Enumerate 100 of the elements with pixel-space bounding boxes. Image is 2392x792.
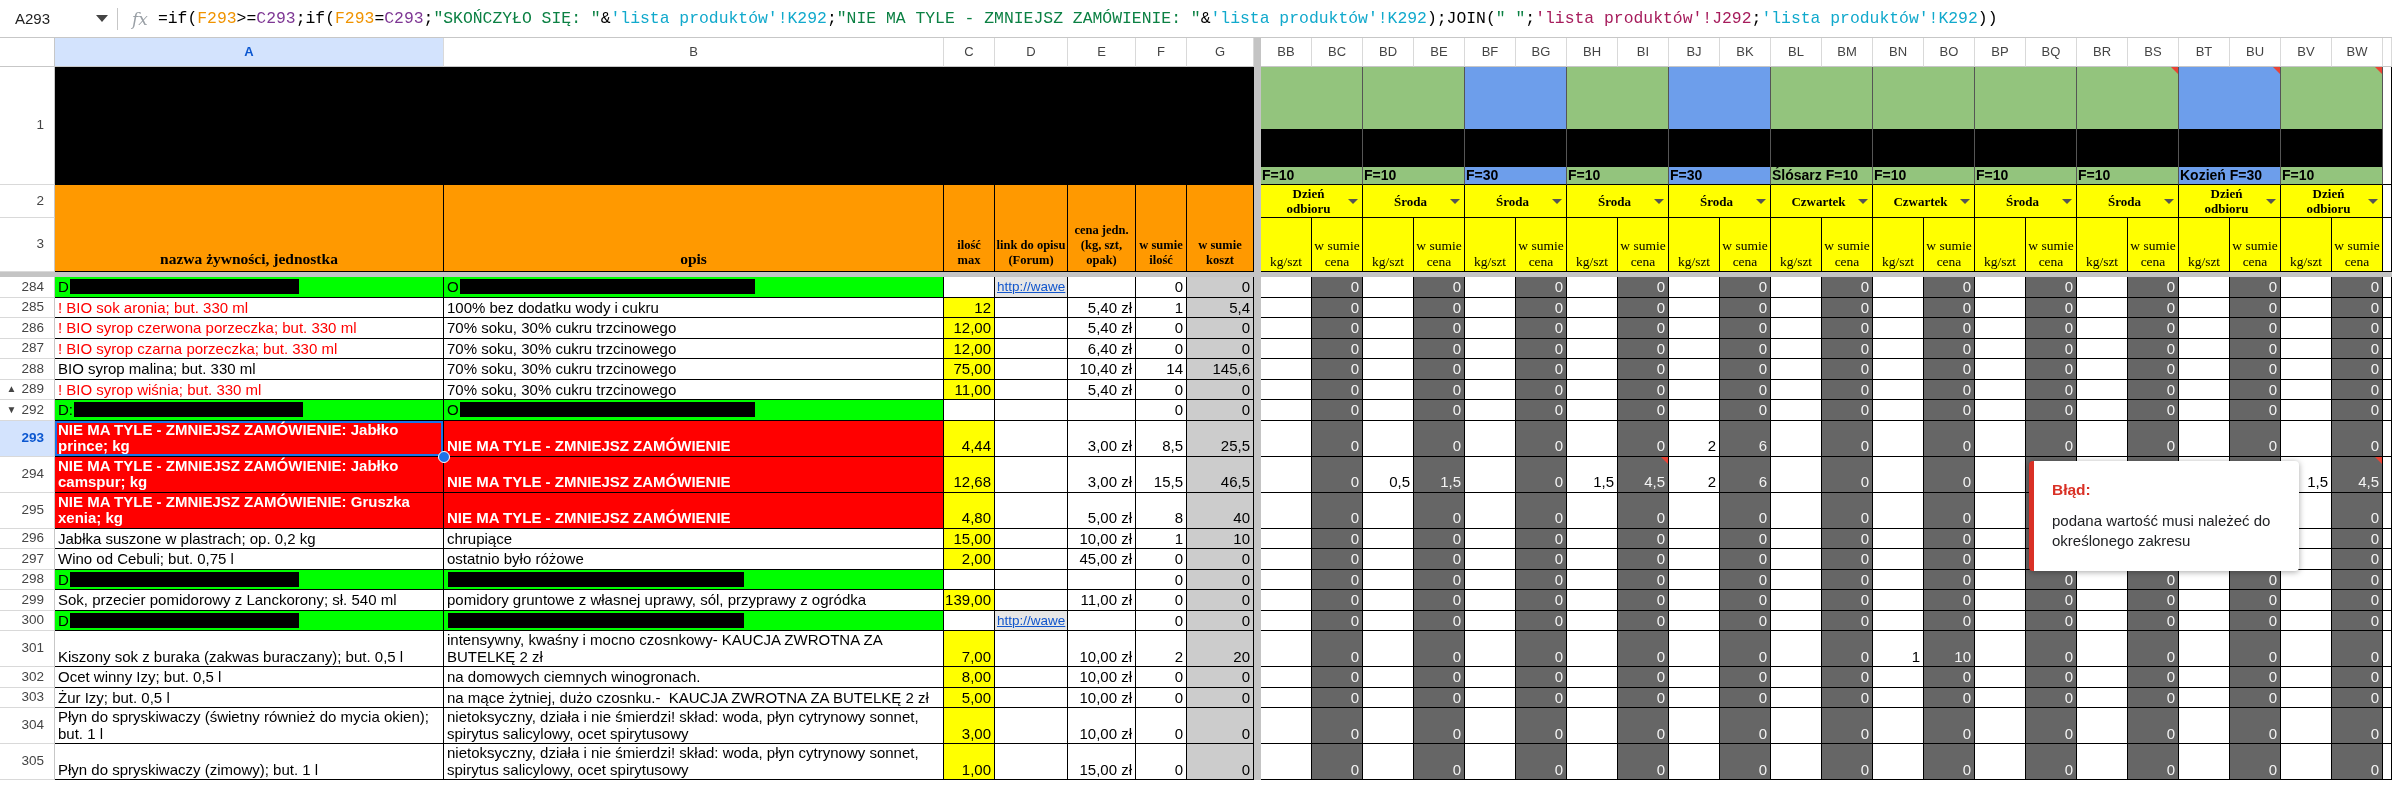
day-dropdown[interactable]: Środa [1363, 185, 1465, 218]
column-header[interactable]: G [1187, 38, 1254, 67]
column-header[interactable]: BV [2281, 38, 2332, 67]
group-row-cell[interactable]: D [55, 277, 444, 298]
column-header[interactable]: BM [1822, 38, 1873, 67]
link[interactable]: http://wawe [997, 279, 1066, 296]
column-header[interactable]: BF [1465, 38, 1516, 67]
row-header[interactable]: 286 [0, 318, 55, 339]
product-name-cell[interactable]: Żur Izy; but. 0,5 l [55, 687, 444, 708]
column-header[interactable]: D [995, 38, 1068, 67]
day-dropdown[interactable]: Dzień odbioru [1261, 185, 1363, 218]
day-dropdown[interactable]: Czwartek [1771, 185, 1873, 218]
column-header[interactable]: BN [1873, 38, 1924, 67]
row-header[interactable]: 284 [0, 277, 55, 298]
row-header[interactable]: 299 [0, 590, 55, 611]
product-name-cell[interactable]: Płyn do spryskiwaczy (zimowy); but. 1 l [55, 744, 444, 780]
row-header[interactable]: 293 [0, 420, 55, 457]
group-toggle[interactable]: ▼ [6, 401, 17, 418]
product-name-cell[interactable]: Wino od Cebuli; but. 0,75 l [55, 549, 444, 570]
product-name-cell[interactable]: ! BIO syrop czerwona porzeczka; but. 330 ml [55, 318, 444, 339]
column-header[interactable]: E [1068, 38, 1136, 67]
cell-reference[interactable]: A293 [15, 10, 96, 27]
day-dropdown[interactable]: Dzień odbioru [2281, 185, 2383, 218]
value-cell: 6 [1720, 420, 1771, 457]
day-dropdown[interactable]: Dzień odbioru [2179, 185, 2281, 218]
group-row-cell[interactable]: D [55, 610, 444, 631]
product-name-cell[interactable]: ! BIO syrop czarna porzeczka; but. 330 ml [55, 338, 444, 359]
row-header[interactable]: 2 [0, 185, 55, 218]
column-header[interactable]: BP [1975, 38, 2026, 67]
product-name-cell[interactable]: Sok, przecier pomidorowy z Lanckorony; sł. 540 ml [55, 590, 444, 611]
column-header[interactable]: BH [1567, 38, 1618, 67]
product-name-cell[interactable]: Jabłka suszone w plastrach; op. 0,2 kg [55, 528, 444, 549]
column-header[interactable]: BQ [2026, 38, 2077, 67]
row-header[interactable]: 285 [0, 297, 55, 318]
row-header[interactable]: 298 [0, 569, 55, 590]
column-header[interactable]: BL [1771, 38, 1822, 67]
link[interactable]: http://wawe [997, 612, 1066, 629]
day-dropdown[interactable]: Środa [1465, 185, 1567, 218]
product-name-cell[interactable]: Ocet winny Izy; but. 0,5 l [55, 667, 444, 688]
day-dropdown[interactable]: Środa [1567, 185, 1669, 218]
product-name-cell[interactable]: NIE MA TYLE - ZMNIEJSZ ZAMÓWIENIE: Jabłko camspur; kg [55, 456, 444, 493]
group-row-cell[interactable]: D: [55, 400, 444, 421]
row-number: 288 [21, 360, 44, 377]
column-header[interactable]: BR [2077, 38, 2128, 67]
row-header[interactable]: 300 [0, 610, 55, 631]
row-header[interactable]: 3 [0, 218, 55, 272]
product-name-cell[interactable]: ! BIO sok aronia; but. 330 ml [55, 297, 444, 318]
formula-text[interactable]: =if(F293>=C293;if(F293=C293;"SKOŃCZYŁO SIĘ: "&'lista produktów'!K292;"NIE MA TYLE - ZMNIEJSZ ZAMÓWIENIE: "&'lista produktów'!K292);JOIN(" ";'lista produktów'!J292;'lista produktów'!K292)) [157, 9, 1998, 28]
column-header[interactable]: BO [1924, 38, 1975, 67]
value-cell: 0 [2332, 528, 2383, 549]
row-header[interactable]: 297 [0, 549, 55, 570]
product-name-cell[interactable]: BIO syrop malina; but. 330 ml [55, 359, 444, 380]
row-header[interactable]: 305 [0, 744, 55, 780]
product-name-cell[interactable]: NIE MA TYLE - ZMNIEJSZ ZAMÓWIENIE: Gruszka xenia; kg [55, 492, 444, 529]
column-header[interactable]: BC [1312, 38, 1363, 67]
column-header[interactable]: BD [1363, 38, 1414, 67]
row-header[interactable]: 296 [0, 528, 55, 549]
row-header[interactable]: 288 [0, 359, 55, 380]
column-header[interactable]: BW [2332, 38, 2383, 67]
column-header[interactable]: F [1136, 38, 1187, 67]
row-header[interactable]: 303 [0, 687, 55, 708]
row-header[interactable]: 287 [0, 338, 55, 359]
product-name-cell[interactable]: NIE MA TYLE - ZMNIEJSZ ZAMÓWIENIE: Jabłko prince; kg [55, 420, 444, 457]
value-cell: 0 [1312, 708, 1363, 744]
value-cell: 0 [1720, 528, 1771, 549]
day-dropdown[interactable]: Środa [1975, 185, 2077, 218]
column-header[interactable]: BG [1516, 38, 1567, 67]
quantity-cell: 75,00 [944, 359, 995, 380]
day-dropdown[interactable]: Środa [2077, 185, 2179, 218]
column-header[interactable]: BS [2128, 38, 2179, 67]
description-cell: ostatnio było różowe [444, 549, 944, 570]
row-number: 289 [21, 381, 44, 398]
row-header[interactable]: 304 [0, 708, 55, 744]
group-toggle[interactable]: ▲ [6, 381, 17, 398]
column-header[interactable]: BK [1720, 38, 1771, 67]
day-dropdown[interactable]: Czwartek [1873, 185, 1975, 218]
column-header[interactable]: A [55, 38, 444, 67]
row-header[interactable]: 302 [0, 667, 55, 688]
column-header[interactable]: BE [1414, 38, 1465, 67]
row-header[interactable]: 294 [0, 456, 55, 493]
group-row-cell[interactable]: D [55, 569, 444, 590]
column-header[interactable]: B [444, 38, 944, 67]
row-header[interactable]: ▼ 292 [0, 400, 55, 421]
column-header[interactable]: BI [1618, 38, 1669, 67]
row-header[interactable]: 301 [0, 631, 55, 667]
column-header[interactable]: BB [1261, 38, 1312, 67]
row-header[interactable]: ▲ 289 [0, 379, 55, 400]
day-dropdown[interactable]: Środa [1669, 185, 1771, 218]
column-header[interactable]: BJ [1669, 38, 1720, 67]
product-name-cell[interactable]: Kiszony sok z buraka (zakwas buraczany); but. 0,5 l [55, 631, 444, 667]
row-header[interactable]: 1 [0, 67, 55, 185]
value-cell: 0 [1822, 297, 1873, 318]
column-header[interactable]: BU [2230, 38, 2281, 67]
column-header[interactable]: C [944, 38, 995, 67]
header-cell: kg/szt [1873, 218, 1924, 272]
header-cell: kg/szt [1567, 218, 1618, 272]
header-cell: w sumie cena [2332, 218, 2383, 272]
column-header[interactable]: BT [2179, 38, 2230, 67]
row-header[interactable]: 295 [0, 492, 55, 529]
product-name-cell[interactable]: Płyn do spryskiwaczy (świetny również do mycia okien); but. 1 l [55, 708, 444, 744]
